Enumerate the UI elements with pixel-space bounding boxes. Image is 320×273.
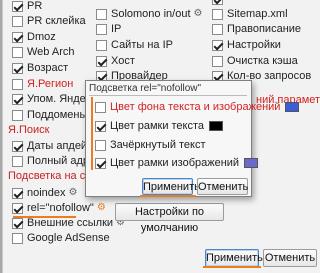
checkbox-label: Настройки (227, 39, 281, 51)
popup-title: Подсветка rel="nofollow" (89, 83, 247, 96)
checkbox-label: Sitemap.xml (227, 8, 288, 20)
checkbox-box[interactable] (95, 139, 106, 151)
checkbox-label: Google AdSense (27, 232, 110, 244)
popup-cancel-button[interactable]: Отменить (197, 178, 248, 195)
checkbox-external-links[interactable]: Внешние ссылки ⚙ (12, 216, 125, 230)
checkbox-box[interactable] (96, 8, 107, 20)
option-label: Цвет рамки изображений (110, 157, 240, 169)
checkbox-label: Solomono in/out (111, 8, 191, 20)
checkbox-box[interactable] (12, 232, 23, 244)
checkbox-ya-mentions[interactable]: Упом. Яндекс (12, 92, 96, 106)
checkbox-sites-on-ip[interactable]: Сайты на IP (96, 38, 173, 52)
checkbox-label: Хост (111, 55, 135, 67)
checkbox-box[interactable] (12, 15, 23, 27)
checkbox-label: Сайты на IP (111, 39, 173, 51)
color-swatch[interactable] (285, 102, 300, 112)
checkbox-box[interactable] (12, 217, 23, 229)
checkbox-box[interactable] (12, 78, 23, 90)
checkbox-box[interactable] (212, 8, 223, 20)
option-label: Цвет фона текста и изображений (110, 101, 281, 113)
checkbox-box[interactable] (12, 0, 23, 12)
checkbox-clear-cache[interactable]: Очистка кэша (212, 54, 298, 68)
checkbox-box[interactable] (95, 157, 106, 169)
gear-icon[interactable]: ⚙ (69, 186, 78, 200)
checkbox-box[interactable] (96, 55, 107, 67)
checkbox-label: Внешние ссылки (27, 217, 114, 229)
checkbox-box[interactable] (12, 140, 23, 152)
checkbox-label: noindex (27, 187, 66, 199)
popup-highlight-bar (91, 97, 93, 170)
popup-option-text-border[interactable]: Цвет рамки текста (95, 119, 224, 133)
popup-option-bg-color[interactable]: Цвет фона текста и изображений (95, 100, 300, 114)
checkbox-box[interactable] (96, 23, 107, 35)
checkbox-noindex[interactable]: noindex ⚙ (12, 186, 78, 200)
checkbox-label: Очистка кэша (227, 55, 298, 67)
gear-icon[interactable]: ⚙ (97, 201, 106, 215)
checkbox-box[interactable] (95, 120, 106, 132)
checkbox-box[interactable] (12, 62, 23, 74)
checkbox-label: Web Arch (27, 46, 75, 58)
checkbox-google-adsense[interactable]: Google AdSense (12, 231, 110, 245)
checkbox-box[interactable] (212, 55, 223, 67)
apply-button[interactable]: Применить (205, 249, 263, 267)
checkbox-host[interactable]: Хост (96, 54, 135, 68)
checkbox-label: Правописание (227, 23, 302, 35)
apply-highlight-underline (203, 266, 261, 268)
checkbox-top-cut[interactable] (212, 0, 227, 6)
checkbox-box[interactable] (212, 39, 223, 51)
color-swatch[interactable] (209, 121, 224, 131)
checkbox-box[interactable] (12, 109, 23, 121)
checkbox-ya-region[interactable]: Я.Регион (12, 77, 73, 91)
checkbox-label: Поддомены са (27, 109, 86, 121)
cancel-button[interactable]: Отменить (263, 249, 317, 267)
option-label: Зачёркнутый текст (110, 139, 206, 151)
defaults-button[interactable]: Настройки по умолчанию (115, 203, 224, 234)
checkbox-age[interactable]: Возраст (12, 61, 68, 75)
checkbox-dmoz[interactable]: Dmoz (12, 30, 56, 44)
checkbox-box[interactable] (12, 187, 23, 199)
highlight-heading: Подсветка на стра (8, 170, 88, 182)
gear-icon[interactable]: ⚙ (194, 7, 203, 21)
checkbox-label: PR (27, 0, 43, 12)
popup-apply-button[interactable]: Применить (142, 178, 200, 195)
checkbox-label: rel="nofollow" (27, 202, 94, 214)
checkbox-box[interactable] (12, 46, 23, 58)
checkbox-box[interactable] (12, 155, 23, 167)
option-label: Цвет рамки текста (110, 120, 205, 132)
popup-option-image-border[interactable]: Цвет рамки изображений (95, 156, 259, 170)
checkbox-spelling[interactable]: Правописание (212, 22, 301, 36)
checkbox-web-arch[interactable]: Web Arch (12, 45, 75, 59)
checkbox-solomono[interactable]: Solomono in/out ⚙ (96, 7, 202, 21)
checkbox-box[interactable] (212, 23, 223, 35)
checkbox-pr[interactable]: PR (12, 0, 42, 13)
popup-apply-underline (140, 195, 196, 197)
checkbox-sitemap[interactable]: Sitemap.xml (212, 7, 288, 21)
checkbox-label: Я.Регион (27, 78, 74, 90)
checkbox-box[interactable] (12, 93, 23, 105)
checkbox-ip[interactable]: IP (96, 22, 121, 36)
checkbox-label: PR склейка (27, 15, 86, 27)
checkbox-settings[interactable]: Настройки (212, 38, 281, 52)
color-swatch[interactable] (244, 158, 259, 168)
checkbox-box[interactable] (12, 31, 23, 43)
checkbox-box[interactable] (96, 39, 107, 51)
nofollow-popup: Подсветка rel="nofollow" Цвет фона текст… (85, 80, 300, 197)
checkbox-pr-glue[interactable]: PR склейка (12, 14, 86, 28)
checkbox-box[interactable] (212, 0, 223, 5)
checkbox-label: Dmoz (27, 31, 56, 43)
checkbox-box[interactable] (95, 101, 106, 113)
popup-option-strikethrough[interactable]: Зачёркнутый текст (95, 138, 206, 152)
checkbox-label: IP (111, 23, 122, 35)
yandex-search-heading: Я.Поиск (8, 124, 50, 136)
checkbox-box[interactable] (12, 202, 23, 214)
checkbox-subdomains[interactable]: Поддомены са (12, 108, 86, 122)
checkbox-label: Возраст (27, 62, 69, 74)
checkbox-nofollow[interactable]: rel="nofollow" ⚙ (12, 201, 106, 215)
